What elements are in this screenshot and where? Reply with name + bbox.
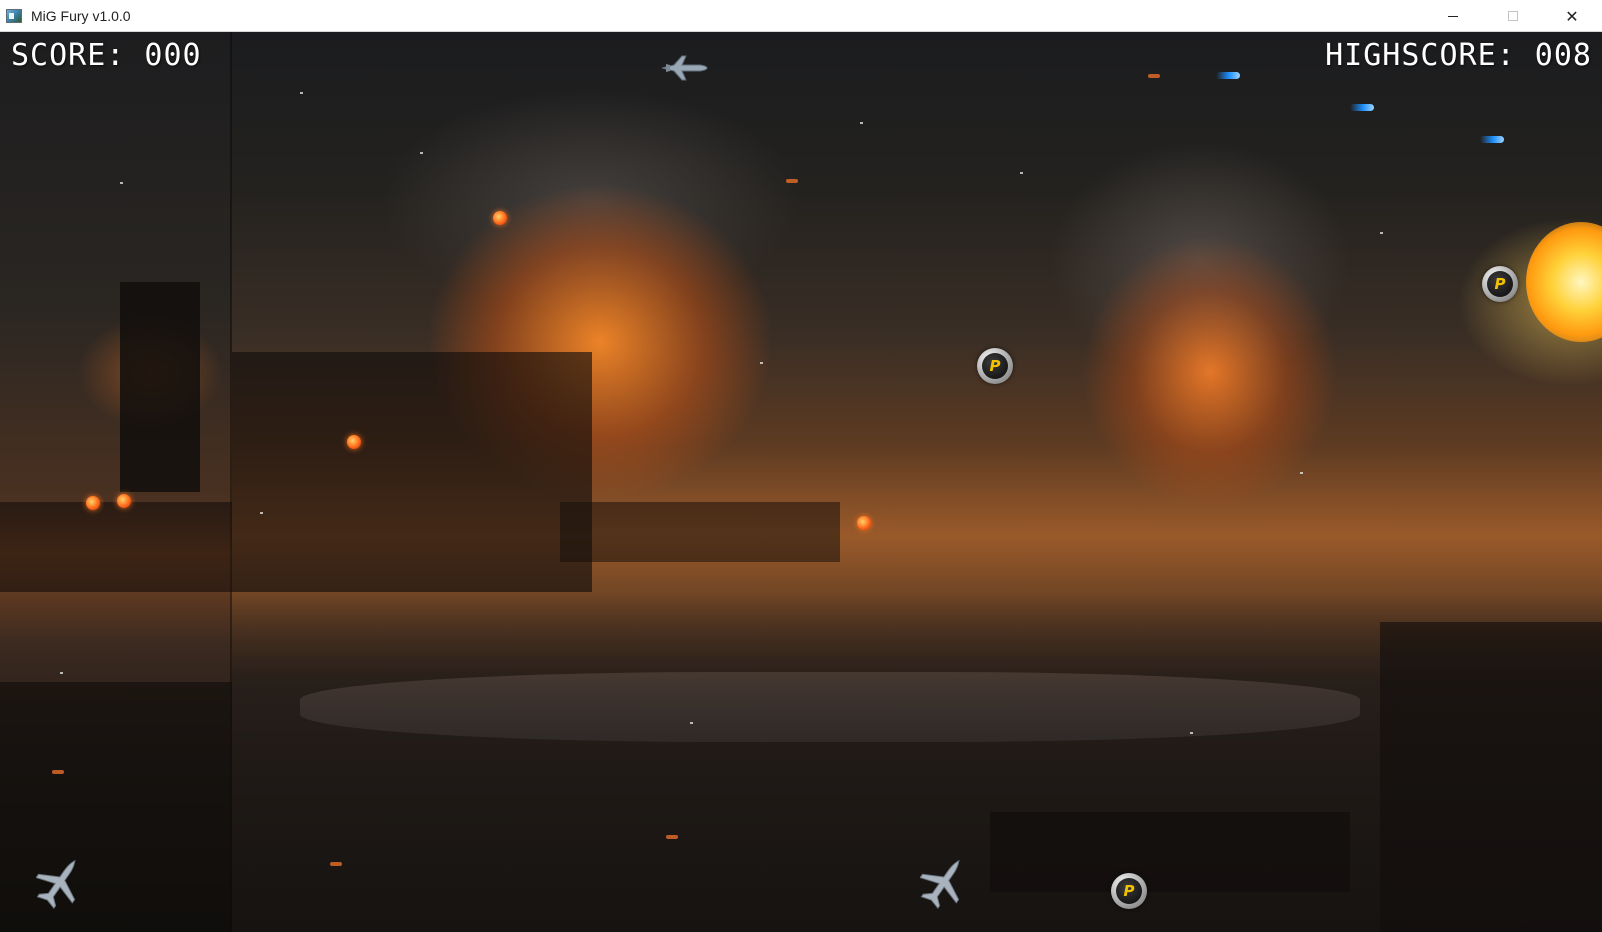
ember <box>1148 74 1160 78</box>
ember <box>666 835 678 839</box>
power-up: P <box>1111 873 1147 909</box>
explosion-glow <box>1526 222 1602 342</box>
enemy-bullet <box>857 516 871 530</box>
spark <box>60 672 63 674</box>
app-icon <box>6 9 22 23</box>
enemy-bullet <box>86 496 100 510</box>
power-up-letter: P <box>1116 878 1142 904</box>
power-up-letter: P <box>982 353 1008 379</box>
enemy-missile <box>1480 136 1504 143</box>
maximize-icon <box>1508 11 1518 21</box>
rubble <box>0 682 232 932</box>
ember <box>330 862 342 866</box>
player-jet-icon <box>661 55 708 81</box>
highscore-display: HIGHSCORE: 008 <box>1325 38 1592 73</box>
rubble <box>990 812 1350 892</box>
rubble <box>0 502 232 592</box>
ruined-tower <box>120 282 200 492</box>
spark <box>1300 472 1303 474</box>
enemy-missile <box>1216 72 1240 79</box>
spark <box>690 722 693 724</box>
background-panel-left <box>0 32 232 932</box>
spark <box>300 92 303 94</box>
minimize-button[interactable] <box>1430 0 1476 32</box>
enemy-bullet <box>117 494 131 508</box>
game-canvas[interactable]: SCORE: 000 HIGHSCORE: 008 P P P <box>0 32 1602 932</box>
window-title: MiG Fury v1.0.0 <box>31 8 131 24</box>
title-bar: MiG Fury v1.0.0 ✕ <box>0 0 1602 32</box>
minimize-icon <box>1448 15 1458 17</box>
life-jet-icon <box>36 859 76 910</box>
spark <box>120 182 123 184</box>
collapsed-bridge <box>560 502 840 562</box>
life-jet-icon <box>920 859 960 910</box>
spark <box>860 122 863 124</box>
enemy-bullet <box>347 435 361 449</box>
rubble <box>1380 622 1602 932</box>
enemy-missile <box>1350 104 1374 111</box>
close-icon: ✕ <box>1565 6 1579 26</box>
power-up-letter: P <box>1487 271 1513 297</box>
water-reflection <box>300 672 1360 742</box>
maximize-button[interactable] <box>1490 0 1536 32</box>
close-button[interactable]: ✕ <box>1549 0 1595 32</box>
spark <box>260 512 263 514</box>
ember <box>52 770 64 774</box>
spark <box>420 152 423 154</box>
spark <box>1380 232 1383 234</box>
spark <box>1020 172 1023 174</box>
spark <box>1190 732 1193 734</box>
ruined-building <box>232 352 592 592</box>
power-up: P <box>977 348 1013 384</box>
enemy-bullet <box>493 211 507 225</box>
spark <box>760 362 763 364</box>
ember <box>786 179 798 183</box>
score-display: SCORE: 000 <box>11 38 202 73</box>
power-up: P <box>1482 266 1518 302</box>
